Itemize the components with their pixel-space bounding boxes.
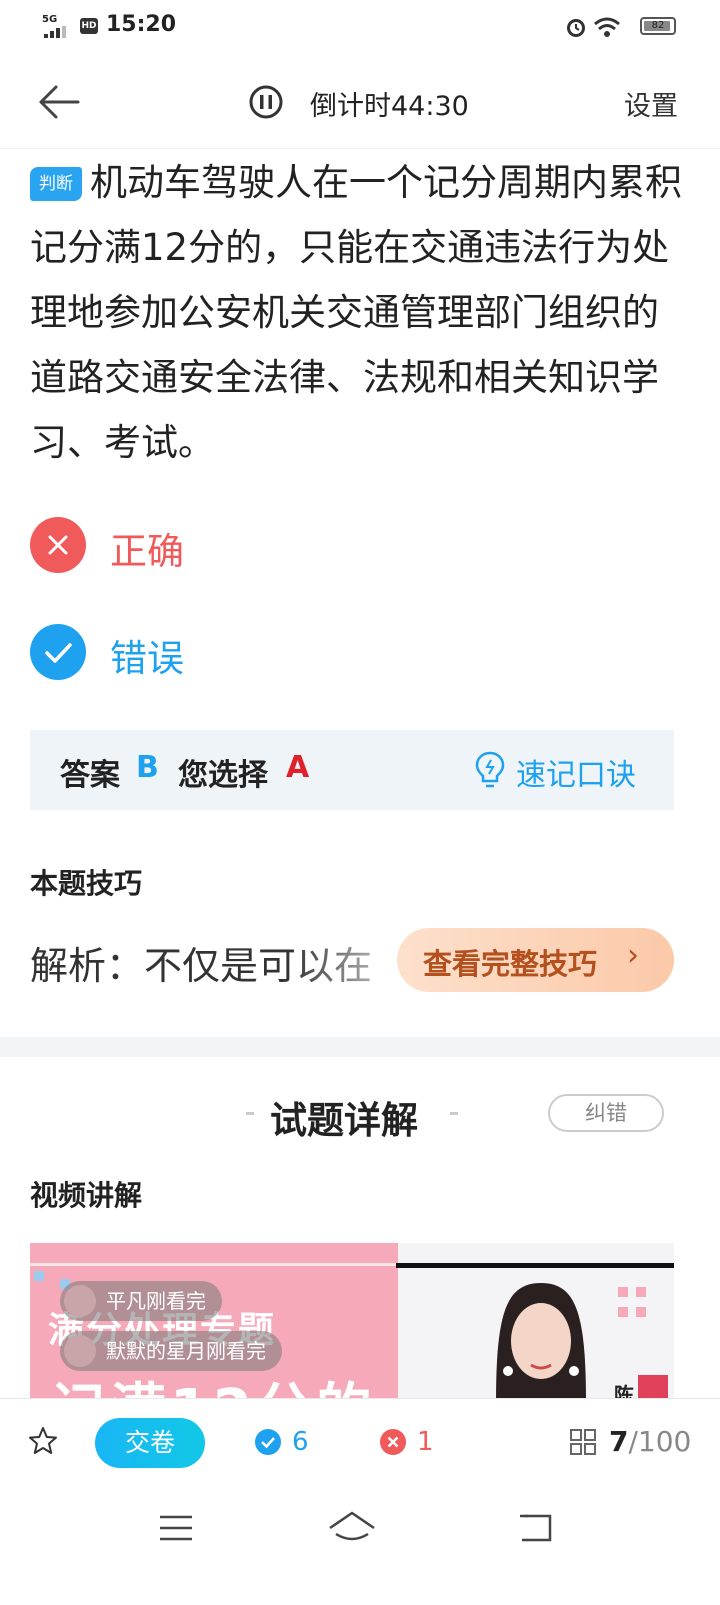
avatar [64,1335,96,1367]
option-label: 正确 [110,530,184,573]
viewer-bubble: 平凡刚看完 [60,1281,222,1321]
title-dash [450,1112,458,1115]
back-arrow-icon[interactable] [38,84,80,120]
section-divider [0,1037,720,1057]
tips-title: 本题技巧 [30,867,143,900]
current-question: 7 [609,1425,629,1458]
wrong-count: 1 [417,1427,434,1457]
wrong-count-icon [380,1429,406,1455]
viewer-bubble: 默默的星月刚看完 [60,1331,282,1371]
chevron-right-icon: › [627,938,639,973]
hd-icon: HD [80,18,98,34]
home-icon[interactable] [328,1510,376,1546]
option-correct[interactable]: 正确 [30,515,690,575]
view-full-tips-button[interactable]: 查看完整技巧 › [397,928,674,992]
video-banner: 满分处理专题 记满12分的 [30,1243,398,1403]
header: 倒计时44:30 设置 [0,56,720,149]
option-label: 错误 [110,637,184,680]
settings-button[interactable]: 设置 [624,84,678,123]
system-nav-bar [0,1488,720,1605]
battery-level: 82 [651,20,665,31]
question-progress[interactable]: 7/100 [609,1425,691,1458]
wifi-icon [594,17,620,37]
signal-icon [44,26,66,38]
option-wrong[interactable]: 错误 [30,622,690,682]
question-type-tag: 判断 [30,167,82,201]
star-icon[interactable] [28,1426,58,1456]
menu-icon[interactable] [158,1514,194,1542]
memory-tip-link[interactable]: 速记口诀 [516,750,636,794]
title-dash [246,1112,254,1115]
grid-icon[interactable] [569,1428,597,1456]
total-questions: /100 [628,1425,692,1458]
video-top-bar [396,1263,674,1268]
view-full-tips-label: 查看完整技巧 [423,947,598,981]
lightbulb-icon[interactable] [474,750,506,790]
question-body: 机动车驾驶人在一个记分周期内累积记分满12分的，只能在交通违法行为处理地参加公安… [30,161,682,464]
status-bar: 5G HD 15:20 82 [0,0,720,56]
presenter-image [496,1283,586,1403]
correct-count: 6 [292,1427,309,1457]
network-indicator: 5G [42,14,58,25]
status-time: 15:20 [106,12,177,37]
answer-bar: 答案 B 您选择 A 速记口诀 [30,730,674,810]
video-thumbnail[interactable]: 满分处理专题 记满12分的 陈 平凡刚看完 默默的星月刚看完 [30,1243,674,1403]
back-icon[interactable] [516,1512,554,1544]
video-section-title: 视频讲解 [30,1179,143,1212]
pause-icon[interactable] [248,84,284,120]
detail-title: 试题详解 [270,1099,418,1142]
submit-exam-button[interactable]: 交卷 [95,1418,205,1468]
avatar [64,1285,96,1317]
chosen-value: A [286,750,310,785]
countdown-timer: 倒计时44:30 [310,91,469,122]
check-mark-icon [30,624,86,680]
viewer-text: 平凡刚看完 [106,1289,206,1313]
decor-grid-icon [618,1287,646,1317]
correct-count-icon [255,1429,281,1455]
viewer-text: 默默的星月刚看完 [106,1339,266,1363]
report-error-button[interactable]: 纠错 [548,1094,664,1132]
chosen-label: 您选择 [178,758,268,793]
alarm-icon [567,19,585,37]
answer-value: B [136,750,159,785]
answer-label: 答案 [60,758,120,793]
battery-icon: 82 [640,17,676,35]
question-text: 判断 机动车驾驶人在一个记分周期内累积记分满12分的，只能在交通违法行为处理地参加… [30,150,690,475]
wrong-mark-icon [30,517,86,573]
